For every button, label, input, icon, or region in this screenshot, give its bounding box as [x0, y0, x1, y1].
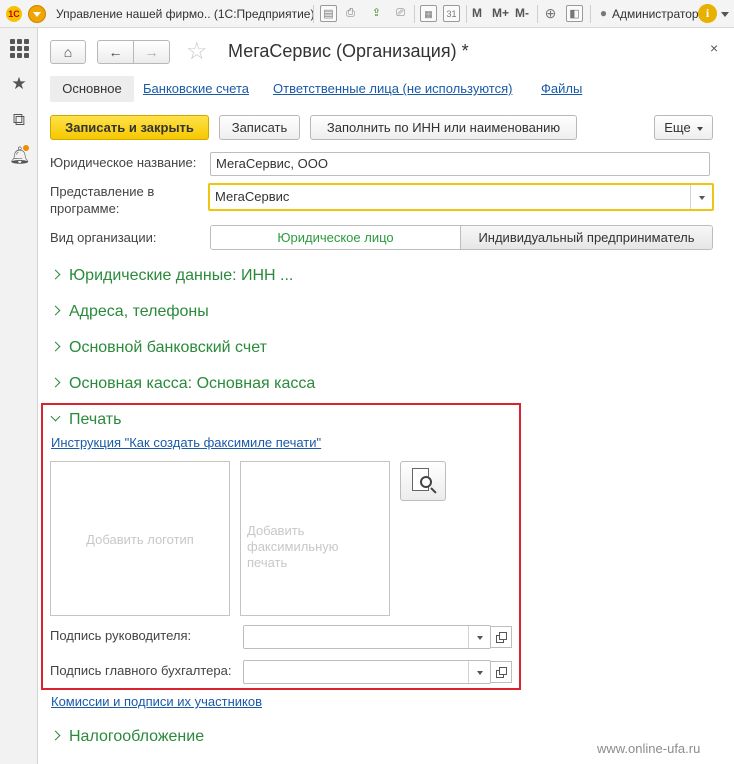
chevron-down-icon [50, 411, 61, 422]
calendar-icon[interactable]: 31 [443, 5, 460, 22]
title-bar: 1С Управление нашей фирмо.. (1С:Предприя… [0, 0, 734, 28]
watermark: www.online-ufa.ru [597, 741, 701, 756]
chevron-down-icon [696, 126, 703, 131]
notification-badge [23, 145, 29, 151]
search-zoom-icon[interactable]: ⊕ [542, 5, 559, 22]
tab-responsible-persons[interactable]: Ответственные лица (не используются) [273, 76, 512, 102]
upload-icon[interactable]: ⇪ [368, 5, 385, 22]
preview-zoom-button[interactable] [400, 461, 446, 501]
home-icon: ⌂ [63, 44, 73, 60]
toolbar-divider [466, 5, 467, 23]
dropdown-arrow-icon[interactable] [468, 661, 490, 683]
add-logo-area[interactable]: Добавить логотип [50, 461, 230, 616]
more-button-label: Еще [664, 120, 691, 135]
add-stamp-text-line1: Добавить [247, 523, 305, 538]
memory-plus-button[interactable]: M+ [492, 6, 509, 20]
add-stamp-text-line3: печать [247, 555, 288, 570]
toolbar-divider [414, 5, 415, 23]
section-print-title: Печать [69, 411, 122, 428]
window-title: Управление нашей фирмо.. (1С:Предприятие… [56, 7, 315, 21]
org-type-label: Вид организации: [50, 230, 157, 245]
dropdown-arrow-icon[interactable] [468, 626, 490, 648]
legal-name-label: Юридическое название: [50, 155, 197, 170]
back-button[interactable]: ← [97, 40, 134, 64]
favorites-star-icon[interactable]: ★ [9, 74, 29, 94]
tab-main[interactable]: Основное [50, 76, 134, 102]
org-type-switch[interactable]: Юридическое лицо Индивидуальный предприн… [210, 225, 713, 250]
section-addresses-title: Адреса, телефоны [69, 303, 209, 320]
main-menu-button[interactable] [28, 5, 46, 23]
print-preview-icon[interactable]: ⎚ [392, 5, 409, 22]
home-button[interactable]: ⌂ [50, 40, 86, 64]
open-director-icon[interactable] [491, 626, 512, 648]
window-panel-icon[interactable]: ◧ [566, 5, 583, 22]
info-icon[interactable]: i [698, 4, 717, 23]
org-type-individual[interactable]: Индивидуальный предприниматель [460, 226, 712, 249]
forward-button[interactable]: → [133, 40, 170, 64]
section-taxation[interactable]: Налогообложение [50, 727, 205, 747]
history-icon[interactable]: ⧉ [9, 110, 29, 130]
magnifier-icon [420, 476, 432, 488]
app-logo-icon: 1С [6, 6, 22, 22]
add-stamp-area[interactable]: Добавить факсимильную печать [240, 461, 390, 616]
legal-name-field[interactable]: МегаСервис, ООО [210, 152, 710, 176]
print-icon[interactable]: ⎙ [342, 5, 359, 22]
calculator-icon[interactable]: ▦ [420, 5, 437, 22]
arrow-left-icon: ← [108, 44, 123, 60]
user-icon: ● [599, 6, 608, 20]
memory-minus-button[interactable]: M- [515, 6, 529, 20]
section-cash-desk[interactable]: Основная касса: Основная касса [50, 374, 316, 394]
display-name-label-line1: Представление в [50, 184, 155, 199]
dropdown-arrow-icon[interactable] [690, 185, 712, 209]
add-stamp-text-line2: факсимильную [247, 539, 339, 554]
display-name-value: МегаСервис [215, 189, 290, 204]
arrow-right-icon: → [144, 44, 159, 60]
accountant-signature-label: Подпись главного бухгалтера: [50, 663, 232, 678]
section-legal-data-title: Юридические данные: ИНН ... [69, 267, 294, 284]
more-button[interactable]: Еще [654, 115, 713, 140]
section-print[interactable]: Печать [50, 410, 122, 430]
section-legal-data[interactable]: Юридические данные: ИНН ... [50, 266, 294, 286]
accountant-signature-field[interactable] [243, 660, 491, 684]
save-button[interactable]: Записать [219, 115, 300, 140]
chevron-right-icon [50, 730, 61, 741]
director-signature-label: Подпись руководителя: [50, 628, 192, 643]
current-user[interactable]: Администратор [612, 7, 699, 21]
fill-by-inn-button[interactable]: Заполнить по ИНН или наименованию [310, 115, 577, 140]
director-signature-field[interactable] [243, 625, 491, 649]
save-icon[interactable]: ▤ [320, 5, 337, 22]
chevron-down-icon[interactable] [721, 12, 729, 17]
add-logo-text: Добавить логотип [86, 532, 194, 547]
notifications-bell-icon[interactable]: 🔔︎ [9, 145, 31, 166]
section-bank-account-title: Основной банковский счет [69, 339, 267, 356]
toolbar-divider [590, 5, 591, 23]
toolbar-divider [537, 5, 538, 23]
section-taxation-title: Налогообложение [69, 728, 205, 745]
chevron-right-icon [50, 341, 61, 352]
magnifier-handle [430, 487, 437, 494]
chevron-right-icon [50, 269, 61, 280]
save-and-close-button[interactable]: Записать и закрыть [50, 115, 209, 140]
section-panel: ★ ⧉ 🔔︎ [0, 28, 38, 764]
display-name-field[interactable]: МегаСервис [208, 183, 714, 211]
apps-grid-icon[interactable] [9, 38, 29, 58]
close-icon[interactable]: × [710, 40, 718, 56]
section-cash-desk-title: Основная касса: Основная касса [69, 375, 316, 392]
commissions-link[interactable]: Комиссии и подписи их участников [51, 694, 262, 709]
section-addresses[interactable]: Адреса, телефоны [50, 302, 209, 322]
tab-bank-accounts[interactable]: Банковские счета [143, 76, 249, 102]
section-bank-account[interactable]: Основной банковский счет [50, 338, 267, 358]
memory-m-button[interactable]: M [472, 6, 482, 20]
org-type-legal-entity[interactable]: Юридическое лицо [211, 226, 460, 249]
facsimile-instruction-link[interactable]: Инструкция "Как создать факсимиле печати… [51, 435, 321, 450]
tab-files[interactable]: Файлы [541, 76, 582, 102]
toolbar-divider [313, 5, 314, 23]
display-name-label-line2: программе: [50, 201, 120, 216]
chevron-right-icon [50, 305, 61, 316]
chevron-right-icon [50, 377, 61, 388]
form-title: МегаСервис (Организация) * [228, 41, 469, 61]
open-accountant-icon[interactable] [491, 661, 512, 683]
favorite-star-icon[interactable]: ☆ [186, 39, 208, 65]
